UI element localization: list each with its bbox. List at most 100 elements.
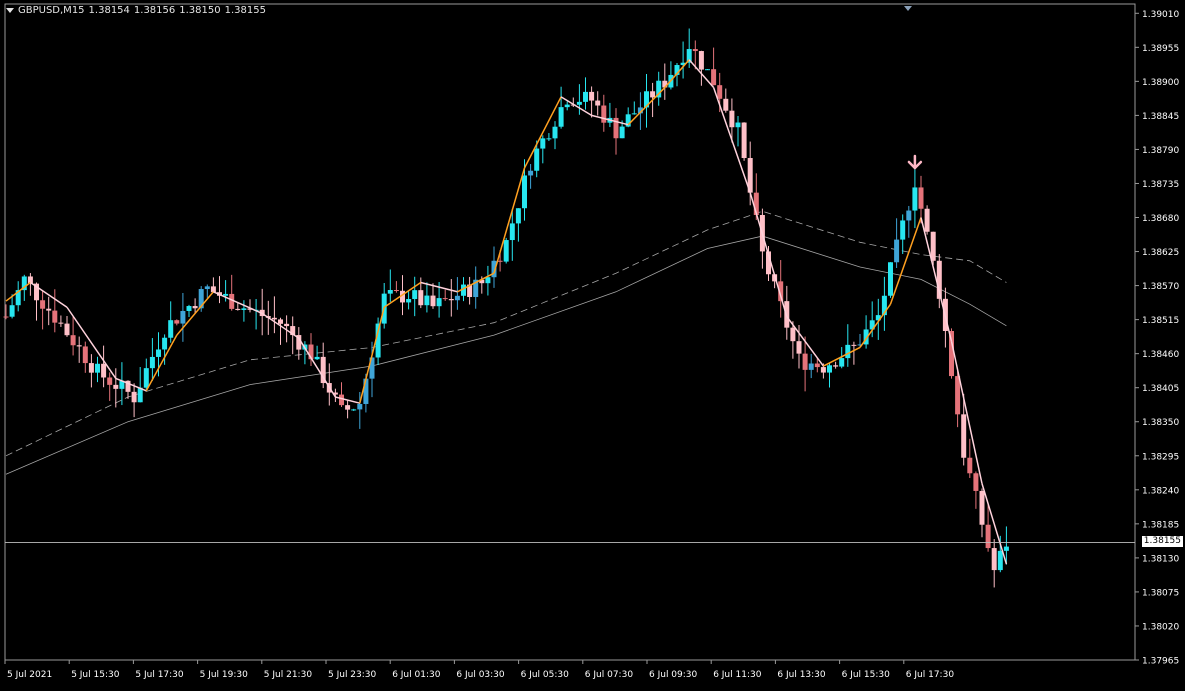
bear-candle[interactable] [595, 100, 601, 106]
bull-candle[interactable] [204, 286, 210, 290]
bear-candle[interactable] [235, 308, 241, 310]
bear-candle[interactable] [64, 323, 70, 336]
bull-candle[interactable] [351, 409, 357, 411]
bear-candle[interactable] [107, 377, 113, 385]
bear-candle[interactable] [174, 320, 180, 324]
bull-candle[interactable] [735, 122, 741, 128]
bear-candle[interactable] [985, 524, 991, 549]
bull-candle[interactable] [485, 277, 491, 284]
bull-candle[interactable] [436, 298, 442, 307]
bull-candle[interactable] [845, 344, 851, 359]
bear-candle[interactable] [58, 322, 64, 324]
bear-candle[interactable] [711, 69, 717, 86]
bear-candle[interactable] [345, 405, 351, 410]
bear-candle[interactable] [3, 316, 9, 318]
bull-candle[interactable] [515, 208, 521, 224]
bull-candle[interactable] [1003, 546, 1009, 551]
bear-candle[interactable] [192, 306, 198, 309]
bear-candle[interactable] [717, 85, 723, 99]
bear-candle[interactable] [955, 376, 961, 415]
bull-candle[interactable] [95, 363, 100, 373]
bear-candle[interactable] [790, 327, 796, 342]
bear-candle[interactable] [601, 105, 607, 123]
bear-candle[interactable] [967, 457, 973, 474]
bear-candle[interactable] [973, 473, 979, 491]
bear-candle[interactable] [76, 345, 82, 347]
bear-candle[interactable] [52, 310, 58, 323]
bear-candle[interactable] [442, 298, 448, 300]
triangle-down-icon[interactable] [6, 8, 14, 13]
bull-candle[interactable] [522, 175, 527, 209]
bear-candle[interactable] [692, 49, 698, 52]
bull-candle[interactable] [619, 126, 625, 139]
bear-candle[interactable] [448, 299, 454, 301]
bear-candle[interactable] [991, 548, 997, 571]
bear-candle[interactable] [589, 91, 595, 101]
bear-candle[interactable] [820, 367, 826, 373]
bull-candle[interactable] [241, 308, 247, 310]
bull-candle[interactable] [888, 262, 893, 296]
bull-candle[interactable] [149, 356, 155, 369]
bear-candle[interactable] [88, 363, 94, 373]
bull-candle[interactable] [137, 387, 143, 403]
bear-candle[interactable] [698, 51, 704, 70]
bear-candle[interactable] [210, 286, 216, 293]
bear-candle[interactable] [961, 414, 967, 458]
bear-candle[interactable] [113, 384, 119, 389]
bull-candle[interactable] [534, 148, 540, 171]
bear-candle[interactable] [924, 208, 930, 232]
bull-candle[interactable] [9, 305, 15, 317]
bear-candle[interactable] [729, 110, 735, 128]
bear-candle[interactable] [497, 260, 503, 262]
bull-candle[interactable] [583, 91, 588, 102]
bull-candle[interactable] [412, 290, 418, 300]
bear-candle[interactable] [339, 394, 344, 406]
bull-candle[interactable] [827, 365, 832, 373]
bull-candle[interactable] [558, 107, 564, 127]
bull-candle[interactable] [546, 138, 552, 140]
bull-candle[interactable] [705, 69, 710, 71]
bull-candle[interactable] [900, 220, 906, 240]
bear-candle[interactable] [131, 391, 137, 403]
bear-candle[interactable] [723, 98, 729, 111]
bear-candle[interactable] [40, 300, 46, 309]
bull-candle[interactable] [540, 138, 546, 149]
bull-candle[interactable] [564, 104, 570, 108]
bull-candle[interactable] [839, 358, 845, 367]
bear-candle[interactable] [802, 353, 808, 370]
bull-candle[interactable] [143, 368, 149, 388]
chart-window[interactable]: 1.39010 1.38955 1.38900 1.38845 1.38790 1.387… [0, 0, 1185, 691]
bear-candle[interactable] [101, 363, 107, 378]
bull-candle[interactable] [156, 349, 161, 357]
bull-candle[interactable] [168, 320, 174, 338]
bull-candle[interactable] [503, 240, 509, 262]
bear-candle[interactable] [82, 346, 88, 364]
bull-candle[interactable] [387, 290, 393, 294]
bull-candle[interactable] [997, 550, 1003, 571]
bear-candle[interactable] [979, 490, 985, 525]
bull-candle[interactable] [576, 101, 582, 105]
bear-candle[interactable] [796, 341, 802, 354]
bull-candle[interactable] [894, 239, 900, 263]
bull-candle[interactable] [808, 363, 814, 370]
bull-candle[interactable] [357, 403, 363, 410]
bull-candle[interactable] [406, 299, 412, 303]
bear-candle[interactable] [271, 317, 277, 320]
bull-candle[interactable] [162, 337, 168, 350]
bull-candle[interactable] [509, 223, 515, 241]
bull-candle[interactable] [912, 187, 918, 211]
bull-candle[interactable] [552, 126, 558, 139]
bull-candle[interactable] [906, 210, 912, 221]
price-chart[interactable]: 1.39010 1.38955 1.38900 1.38845 1.38790 1.387… [0, 0, 1185, 691]
bull-candle[interactable] [223, 293, 229, 296]
bear-candle[interactable] [393, 290, 399, 292]
bear-candle[interactable] [70, 335, 76, 346]
bear-candle[interactable] [814, 363, 820, 368]
bull-candle[interactable] [363, 378, 369, 404]
bull-candle[interactable] [631, 113, 637, 115]
bull-candle[interactable] [186, 306, 192, 311]
bull-candle[interactable] [314, 356, 320, 360]
bear-candle[interactable] [833, 365, 839, 367]
bear-candle[interactable] [650, 91, 656, 98]
bear-candle[interactable] [418, 290, 424, 306]
